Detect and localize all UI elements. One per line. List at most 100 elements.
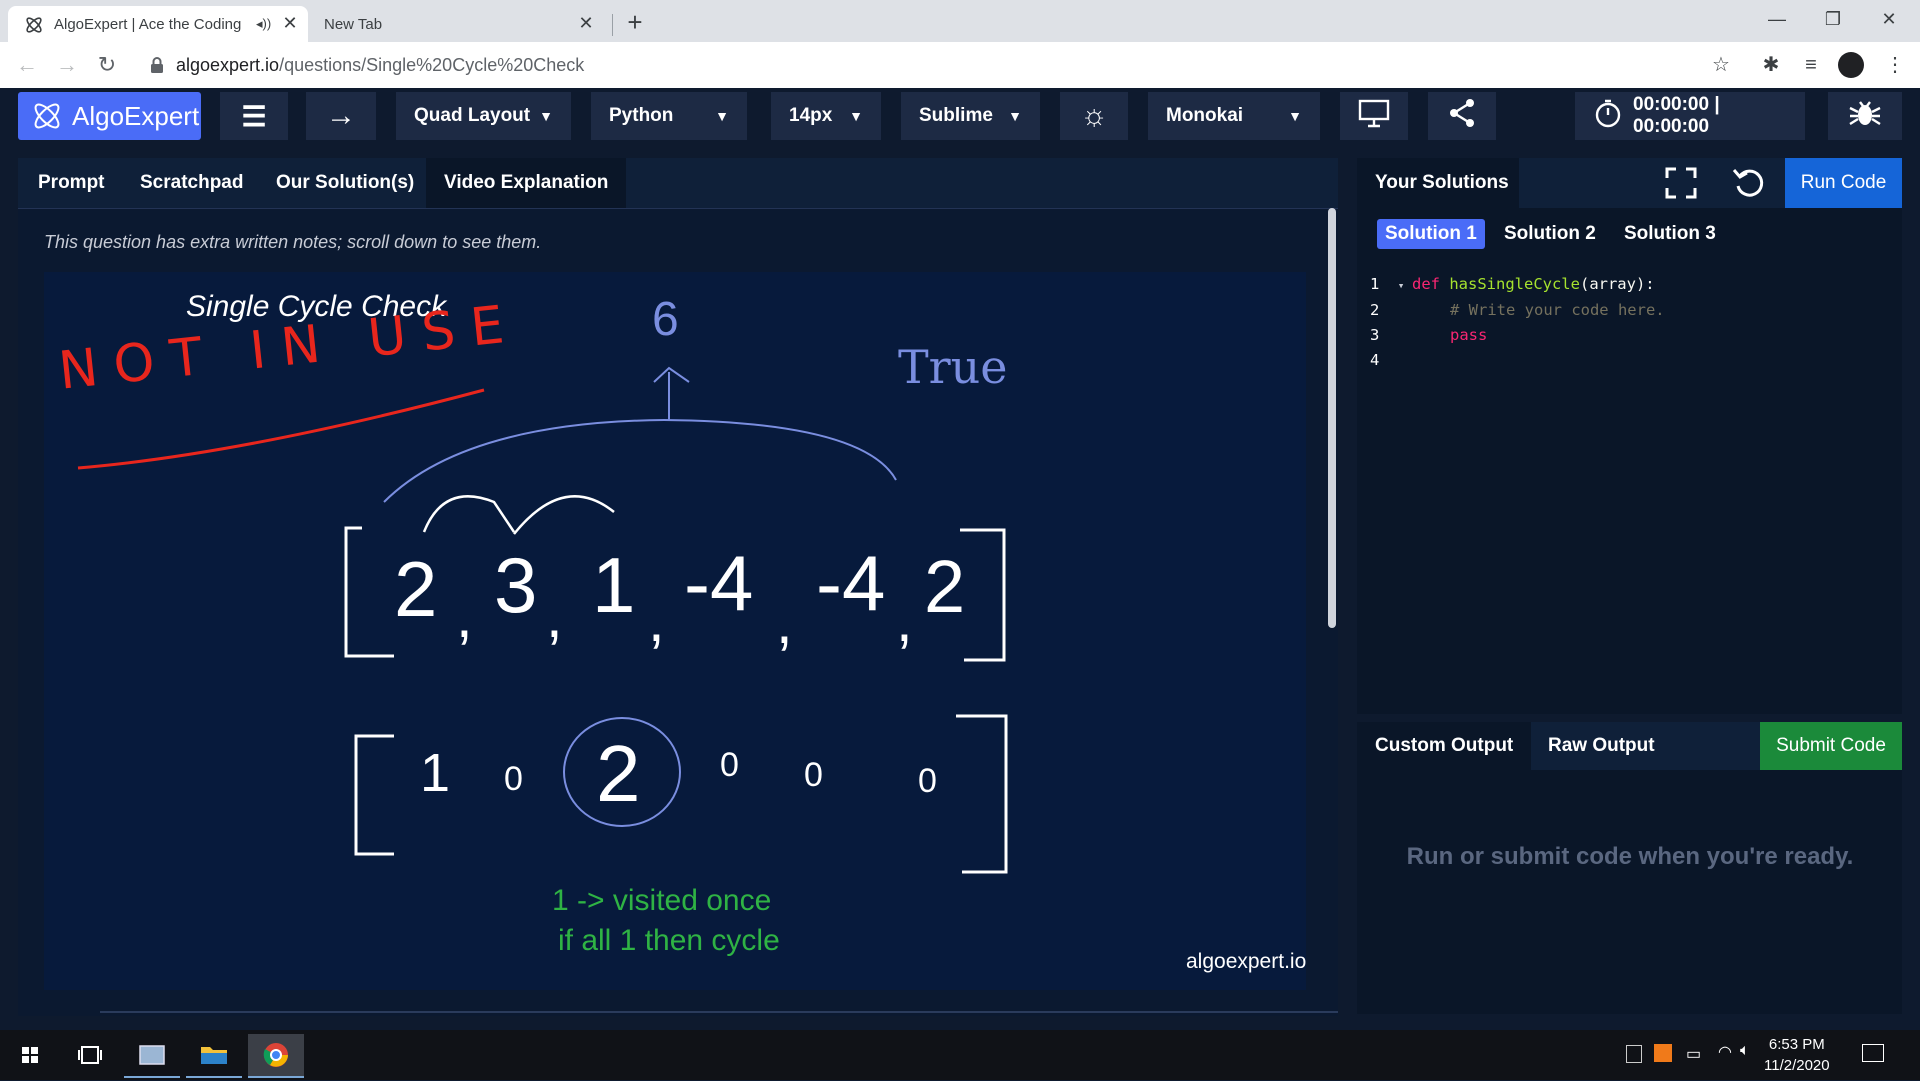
- note-line-1: 1 -> visited once: [552, 884, 772, 917]
- theme-dropdown[interactable]: Monokai ▼: [1148, 92, 1320, 140]
- font-size-dropdown[interactable]: 14px ▼: [771, 92, 881, 140]
- up-arrow: [653, 366, 690, 420]
- url-text[interactable]: algoexpert.io/questions/Single%20Cycle%2…: [176, 55, 584, 76]
- tab-video-explanation[interactable]: Video Explanation: [426, 158, 627, 208]
- keyword: def: [1412, 275, 1450, 293]
- light-mode-button[interactable]: ☼: [1060, 92, 1128, 140]
- reload-icon[interactable]: ↻: [92, 50, 122, 80]
- submit-code-button[interactable]: Submit Code: [1760, 722, 1902, 770]
- line-number: 4: [1370, 351, 1380, 369]
- system-clock[interactable]: 6:53 PM 11/2/2020: [1764, 1034, 1830, 1076]
- array-value: 2: [924, 545, 966, 628]
- desktop-app-icon[interactable]: [124, 1034, 180, 1078]
- file-explorer-icon[interactable]: [186, 1034, 242, 1078]
- clock-time: 6:53 PM: [1768, 1036, 1825, 1053]
- visited-left-bracket: [354, 734, 394, 856]
- bug-report-button[interactable]: [1828, 92, 1902, 140]
- tab-audio-muted-icon[interactable]: ◂)): [256, 16, 271, 32]
- code-line[interactable]: 1 ▾ def hasSingleCycle(array):: [1370, 272, 1665, 298]
- code-text: (array):: [1579, 275, 1655, 293]
- tray-notification-icon[interactable]: [1626, 1045, 1642, 1063]
- jump-arc: [513, 495, 615, 535]
- battery-icon[interactable]: ▭: [1686, 1044, 1701, 1064]
- tab-prompt[interactable]: Prompt: [20, 158, 123, 208]
- whiteboard-button[interactable]: [1340, 92, 1408, 140]
- array-value: -4: [816, 539, 886, 627]
- forward-icon[interactable]: →: [52, 50, 82, 80]
- tab-raw-output[interactable]: Raw Output: [1530, 722, 1673, 770]
- stopwatch-icon: [1593, 98, 1623, 134]
- solution-tab-3[interactable]: Solution 3: [1616, 219, 1724, 249]
- video-player[interactable]: Single Cycle Check NOT IN USE 6 True 2 ,…: [44, 272, 1306, 990]
- array-comma: ,: [456, 583, 473, 650]
- tab-custom-output[interactable]: Custom Output: [1357, 722, 1532, 770]
- back-icon[interactable]: ←: [12, 50, 42, 80]
- browser-tab-new[interactable]: New Tab ✕: [310, 6, 600, 42]
- wifi-icon[interactable]: ◠: [1718, 1042, 1732, 1062]
- algoexpert-logo[interactable]: AlgoExpert: [18, 92, 201, 140]
- timer-text: 00:00:00 | 00:00:00: [1633, 94, 1720, 137]
- your-solutions-title: Your Solutions: [1357, 158, 1519, 208]
- chrome-menu-icon[interactable]: ⋮: [1880, 50, 1910, 80]
- font-size-label: 14px: [789, 105, 833, 126]
- chevron-down-icon: ▼: [1008, 108, 1022, 124]
- fullscreen-icon[interactable]: [1662, 164, 1700, 202]
- language-dropdown[interactable]: Python ▼: [591, 92, 747, 140]
- list-icon: ☰: [241, 100, 267, 132]
- minimize-icon[interactable]: —: [1754, 4, 1800, 34]
- array-left-bracket: [344, 526, 394, 658]
- task-view-icon[interactable]: [62, 1034, 118, 1076]
- share-button[interactable]: [1428, 92, 1496, 140]
- left-panel-scrollbar[interactable]: [1328, 208, 1336, 628]
- arrow-right-icon: →: [326, 99, 356, 132]
- chevron-down-icon: ▼: [849, 108, 863, 124]
- browser-tab-active[interactable]: AlgoExpert | Ace the Coding Interviews ◂…: [8, 6, 308, 42]
- tab-close-icon[interactable]: ✕: [576, 13, 596, 33]
- fold-arrow-icon[interactable]: ▾: [1390, 273, 1412, 298]
- code-editor[interactable]: 1 ▾ def hasSingleCycle(array): 2 # Write yo…: [1370, 272, 1665, 373]
- lock-icon[interactable]: [150, 56, 164, 79]
- result-value: True: [898, 340, 1008, 394]
- visited-right-bracket: [956, 714, 1008, 874]
- code-line[interactable]: 3 pass: [1370, 323, 1665, 348]
- timer-button[interactable]: 00:00:00 | 00:00:00: [1575, 92, 1805, 140]
- run-code-button[interactable]: Run Code: [1785, 158, 1902, 208]
- action-center-icon[interactable]: [1862, 1044, 1884, 1062]
- code-line[interactable]: 4: [1370, 348, 1665, 373]
- reset-code-icon[interactable]: [1730, 164, 1768, 202]
- start-windows-icon[interactable]: [2, 1034, 58, 1076]
- media-queue-icon[interactable]: ≡: [1796, 50, 1826, 80]
- visited-value: 0: [504, 760, 523, 798]
- profile-avatar[interactable]: [1838, 52, 1864, 78]
- line-number: 3: [1370, 326, 1380, 344]
- volume-icon[interactable]: 🔈︎: [1740, 1042, 1750, 1060]
- tab-title: AlgoExpert | Ace the Coding Interviews: [54, 16, 246, 33]
- tab-scratchpad[interactable]: Scratchpad: [122, 158, 261, 208]
- tab-close-icon[interactable]: ✕: [280, 13, 300, 33]
- layout-dropdown[interactable]: Quad Layout ▼: [396, 92, 571, 140]
- language-label: Python: [609, 105, 674, 126]
- tab-our-solutions[interactable]: Our Solution(s): [258, 158, 432, 208]
- extensions-puzzle-icon[interactable]: ✱: [1756, 50, 1786, 80]
- restore-icon[interactable]: ❐: [1810, 4, 1856, 34]
- bookmark-star-icon[interactable]: ☆: [1706, 50, 1736, 80]
- algoexpert-favicon-icon: [24, 15, 44, 40]
- visited-value: 0: [804, 756, 823, 794]
- code-line[interactable]: 2 # Write your code here.: [1370, 298, 1665, 323]
- horizontal-scrollbar[interactable]: [100, 1011, 1338, 1013]
- array-value: 1: [592, 541, 636, 629]
- tray-app-icon[interactable]: [1654, 1044, 1672, 1062]
- presentation-icon: [1357, 98, 1391, 134]
- visited-value: 1: [420, 743, 451, 803]
- next-question-button[interactable]: →: [306, 92, 376, 140]
- tab-divider: [612, 14, 613, 36]
- questions-list-button[interactable]: ☰: [220, 92, 288, 140]
- solution-tab-2[interactable]: Solution 2: [1496, 219, 1604, 249]
- visited-value: 0: [918, 762, 937, 800]
- keymap-dropdown[interactable]: Sublime ▼: [901, 92, 1040, 140]
- chrome-taskbar-icon[interactable]: [248, 1034, 304, 1078]
- solution-tab-1[interactable]: Solution 1: [1377, 219, 1485, 249]
- extra-notes-message: This question has extra written notes; s…: [44, 232, 542, 252]
- new-tab-button[interactable]: +: [620, 8, 650, 38]
- close-window-icon[interactable]: ✕: [1866, 4, 1912, 34]
